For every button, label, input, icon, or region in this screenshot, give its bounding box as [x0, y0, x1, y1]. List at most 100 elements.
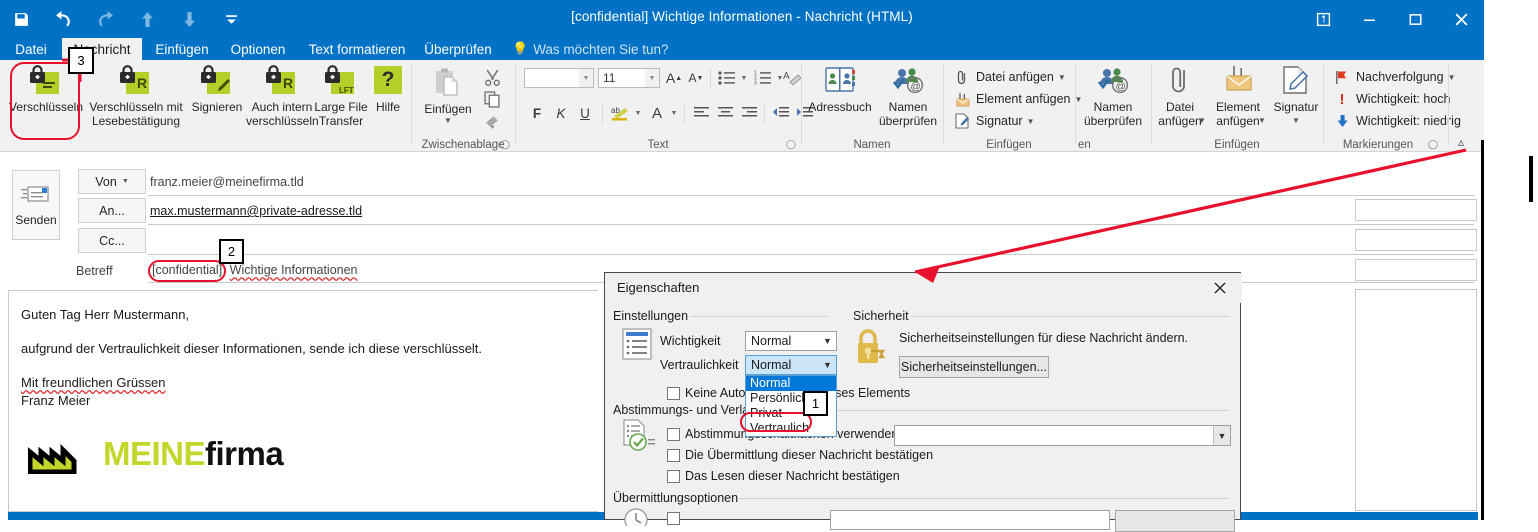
wichtigkeit-hoch-item[interactable]: ! Wichtigkeit: hoch: [1332, 90, 1451, 108]
sicherheitseinstellungen-button[interactable]: Sicherheitseinstellungen...: [899, 356, 1049, 378]
svg-text:3: 3: [754, 81, 757, 87]
chevron-down-icon[interactable]: ▼: [738, 68, 750, 88]
align-center-icon[interactable]: [714, 102, 736, 124]
delivery-checkbox[interactable]: [667, 512, 680, 525]
von-field-underline: [148, 195, 1474, 196]
datei-anfuegen-item[interactable]: Datei anfügen ▼: [952, 68, 1066, 86]
format-painter-icon[interactable]: [482, 111, 502, 131]
attach-item-icon: [952, 90, 972, 108]
shrink-font-icon[interactable]: A ▼: [686, 68, 706, 88]
settings-list-icon: [622, 328, 652, 365]
chevron-down-icon[interactable]: ▼: [122, 178, 129, 185]
chevron-down-icon[interactable]: ▼: [819, 360, 836, 370]
element-anfuegen-item[interactable]: Element anfügen ▼: [952, 90, 1082, 108]
an-button[interactable]: An...: [78, 198, 146, 223]
namen-ueberpruefen-button-overflow[interactable]: @ Namen überprüfen: [1078, 62, 1148, 134]
element-anfuegen-button[interactable]: Element anfügen ▼: [1208, 62, 1268, 134]
grow-font-icon[interactable]: A ▲: [664, 68, 684, 88]
auch-intern-verschluesseln-button[interactable]: R Auch intern verschlüsseln: [246, 62, 319, 134]
chevron-down-icon[interactable]: ▼: [444, 114, 452, 128]
minimize-icon[interactable]: [1346, 0, 1392, 38]
chevron-down-icon[interactable]: ▼: [668, 102, 680, 124]
cut-scissors-icon[interactable]: [482, 67, 502, 87]
chevron-down-icon[interactable]: ▼: [1058, 73, 1066, 82]
wichtigkeit-niedrig-item[interactable]: Wichtigkeit: niedrig: [1332, 112, 1461, 130]
signatur-item[interactable]: Signatur ▼: [952, 112, 1034, 130]
chevron-down-icon[interactable]: ▼: [645, 69, 659, 87]
cc-button[interactable]: Cc...: [78, 228, 146, 253]
decrease-indent-icon[interactable]: [770, 102, 792, 124]
delivery-combo[interactable]: [830, 510, 1110, 530]
keine-autoarchivierung-checkbox[interactable]: [667, 387, 680, 400]
tab-text-formatieren[interactable]: Text formatieren: [300, 38, 414, 60]
close-icon[interactable]: [1198, 273, 1242, 303]
verschluesseln-mit-lesebestaetigung-button[interactable]: R Verschlüsseln mit Lesebestätigung: [86, 62, 186, 134]
restore-down-icon[interactable]: [1300, 0, 1346, 38]
collapse-ribbon-icon[interactable]: ▵: [1458, 135, 1464, 149]
font-color-icon[interactable]: A: [646, 102, 668, 124]
svg-text:A: A: [783, 71, 790, 82]
align-left-icon[interactable]: [690, 102, 712, 124]
chevron-down-icon[interactable]: ▼: [1198, 114, 1206, 128]
numbering-icon[interactable]: 123: [752, 68, 774, 88]
chevron-down-icon[interactable]: ▼: [632, 102, 644, 124]
tab-einfuegen[interactable]: Einfügen: [146, 38, 218, 60]
an-field-underline: [148, 224, 1474, 225]
delivery-browse-button[interactable]: [1115, 510, 1235, 532]
dialog-launcher-icon[interactable]: ◯: [786, 139, 796, 150]
wichtigkeit-combo[interactable]: Normal ▼: [745, 331, 837, 351]
hilfe-button[interactable]: ? Hilfe: [366, 62, 410, 134]
dialog-launcher-icon[interactable]: ◯: [1428, 139, 1438, 150]
divider: [911, 316, 1229, 317]
wichtigkeit-value: Normal: [751, 334, 792, 348]
chevron-down-icon[interactable]: ▼: [1292, 114, 1300, 128]
tab-optionen[interactable]: Optionen: [222, 38, 294, 60]
chevron-down-icon[interactable]: ▼: [579, 69, 593, 87]
datei-anfuegen-button[interactable]: Datei anfügen ▼: [1154, 62, 1206, 134]
italic-icon[interactable]: K: [550, 102, 572, 124]
bold-icon[interactable]: F: [526, 102, 548, 124]
names-overflow-group-label: en: [1078, 139, 1091, 151]
von-button[interactable]: Von ▼: [78, 169, 146, 194]
an-value[interactable]: max.mustermann@private-adresse.tld: [150, 204, 362, 218]
font-size-combo[interactable]: 11 ▼: [598, 68, 660, 88]
lesen-bestaetigen-checkbox[interactable]: [667, 470, 680, 483]
cc-label: Cc...: [99, 233, 125, 248]
chevron-down-icon[interactable]: ▼: [1027, 117, 1035, 126]
uebermittlung-bestaetigen-checkbox[interactable]: [667, 449, 680, 462]
auch-intern-verschluesseln-label: Auch intern verschlüsseln: [246, 100, 319, 128]
underline-icon[interactable]: U: [574, 102, 596, 124]
abstimmung-options-combo[interactable]: ▼: [894, 425, 1231, 446]
close-icon[interactable]: [1438, 0, 1484, 38]
send-button[interactable]: Senden: [12, 170, 60, 240]
dropdown-option-normal[interactable]: Normal: [746, 376, 836, 391]
highlight-icon[interactable]: ab: [608, 102, 632, 124]
message-body[interactable]: Guten Tag Herr Mustermann, aufgrund der …: [8, 290, 598, 512]
signieren-button[interactable]: Signieren: [186, 62, 248, 134]
title-bar: [confidential] Wichtige Informationen - …: [0, 0, 1484, 38]
chevron-down-icon[interactable]: ▼: [1258, 114, 1266, 128]
tab-ueberpruefen[interactable]: Überprüfen: [420, 38, 496, 60]
ribbon-group-names: Adressbuch @ Namen überprüfen Namen: [802, 60, 942, 152]
nachverfolgung-item[interactable]: Nachverfolgung ▼: [1332, 68, 1455, 86]
scrollbar-thumb[interactable]: [1529, 156, 1533, 202]
signatur-button[interactable]: Signatur ▼: [1270, 62, 1322, 134]
divider: [691, 316, 828, 317]
tell-me-search[interactable]: 💡 Was möchten Sie tun?: [512, 38, 669, 60]
dialog-launcher-icon[interactable]: ◯: [500, 139, 510, 150]
chevron-down-icon[interactable]: ▼: [1213, 426, 1230, 445]
bullets-icon[interactable]: [716, 68, 738, 88]
align-right-icon[interactable]: [738, 102, 760, 124]
large-file-transfer-button[interactable]: LFT Large File Transfer: [314, 62, 368, 134]
chevron-down-icon[interactable]: ▼: [819, 336, 836, 346]
abstimmungsschaltflaechen-checkbox[interactable]: [667, 428, 680, 441]
einfuegen-paste-button[interactable]: Einfügen ▼: [420, 64, 476, 136]
copy-icon[interactable]: [482, 89, 502, 109]
namen-ueberpruefen-button[interactable]: @ Namen überprüfen: [876, 62, 940, 134]
tab-datei[interactable]: Datei: [4, 38, 58, 60]
vertraulichkeit-combo[interactable]: Normal ▼: [745, 355, 837, 375]
paperclip-icon: [1163, 65, 1197, 99]
maximize-icon[interactable]: [1392, 0, 1438, 38]
adressbuch-button[interactable]: Adressbuch: [804, 62, 876, 134]
font-name-combo[interactable]: ▼: [524, 68, 594, 88]
